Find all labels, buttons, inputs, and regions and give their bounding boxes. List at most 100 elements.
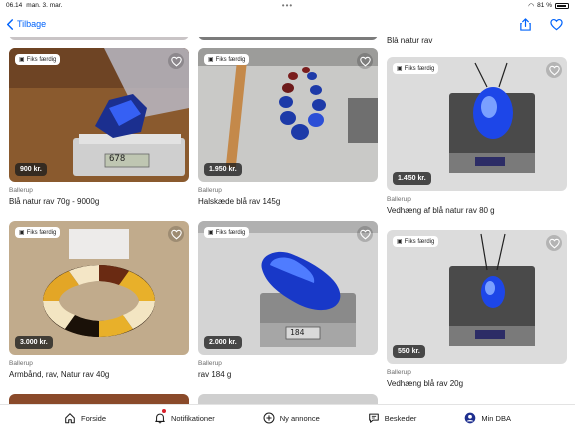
top-navigation-bar: Tilbage — [0, 11, 575, 37]
listing-title-partial[interactable]: Blå natur rav — [387, 37, 567, 45]
listing-location: Ballerup — [198, 360, 222, 367]
price-tag: 2.000 kr. — [204, 336, 242, 349]
tab-label: Notifikationer — [170, 413, 215, 423]
delivery-box-icon: ▣ — [19, 230, 25, 236]
status-bar: 06.14 man. 3. mar. ••• ◠ 81 % — [0, 0, 575, 11]
back-button[interactable]: Tilbage — [6, 18, 47, 30]
listing-image[interactable]: ▣ Fiks færdig 900 kr. 678 — [9, 48, 189, 182]
listing-card-partial[interactable] — [9, 37, 189, 40]
scale-readout: 678 — [109, 154, 126, 164]
notification-badge — [160, 408, 167, 414]
delivery-box-icon: ▣ — [19, 57, 25, 63]
delivery-box-icon: ▣ — [397, 239, 403, 245]
favorite-button[interactable] — [546, 235, 562, 251]
delivery-box-icon: ▣ — [208, 57, 214, 63]
heart-icon — [548, 65, 560, 76]
photo-amber-necklace — [198, 48, 378, 182]
multitask-dots-icon[interactable]: ••• — [282, 1, 293, 10]
price-tag: 1.450 kr. — [393, 172, 431, 185]
listing-image-partial[interactable] — [9, 37, 189, 40]
fiks-faerdig-badge: ▣ Fiks færdig — [393, 63, 439, 74]
favorite-heart-icon[interactable] — [550, 18, 563, 31]
listing-title[interactable]: Vedhæng blå rav 20g — [387, 379, 567, 388]
tab-forside[interactable]: Forside — [64, 412, 106, 424]
favorite-button[interactable] — [168, 53, 184, 69]
heart-icon — [359, 56, 371, 67]
price-tag: 550 kr. — [393, 345, 425, 358]
photo-blue-amber-on-scale — [9, 48, 189, 182]
battery-percent: 81 % — [537, 2, 552, 9]
listing-card[interactable]: ▣ Fiks færdig 900 kr. 678 Ballerup Blå na… — [9, 48, 189, 206]
listing-title[interactable]: rav 184 g — [198, 370, 378, 379]
listing-image[interactable]: ▣ Fiks færdig 2.000 kr. 184 — [198, 221, 378, 355]
share-icon[interactable] — [519, 17, 532, 31]
listing-image-partial[interactable] — [9, 394, 189, 404]
delivery-box-icon: ▣ — [397, 66, 403, 72]
status-time: 06.14 — [6, 2, 23, 9]
listing-image-partial[interactable] — [198, 37, 378, 40]
heart-icon — [170, 229, 182, 240]
listing-location: Ballerup — [198, 187, 222, 194]
listing-card-partial[interactable] — [9, 394, 189, 404]
listing-image[interactable]: ▣ Fiks færdig 3.000 kr. — [9, 221, 189, 355]
listing-image[interactable]: ▣ Fiks færdig 550 kr. — [387, 230, 567, 364]
listing-title[interactable]: Halskæde blå rav 145g — [198, 197, 378, 206]
delivery-box-icon: ▣ — [208, 230, 214, 236]
battery-icon — [555, 2, 569, 9]
status-date: man. 3. mar. — [26, 2, 63, 9]
listing-card[interactable]: ▣ Fiks færdig 3.000 kr. Ballerup Armbånd,… — [9, 221, 189, 379]
tab-label: Min DBA — [481, 413, 511, 423]
photo-blue-pendant-on-scale — [387, 57, 567, 191]
badge-label: Fiks færdig — [215, 229, 246, 236]
fiks-faerdig-badge: ▣ Fiks færdig — [15, 54, 61, 65]
photo-blue-amber-on-scale — [198, 221, 378, 355]
heart-icon — [548, 238, 560, 249]
plus-circle-icon — [263, 412, 275, 424]
tab-label: Ny annonce — [279, 413, 320, 423]
listing-title[interactable]: Armbånd, rav, Natur rav 40g — [9, 370, 189, 379]
price-tag: 900 kr. — [15, 163, 47, 176]
tab-notifikationer[interactable]: Notifikationer — [154, 408, 215, 424]
listing-card[interactable]: ▣ Fiks færdig 550 kr. Ballerup Vedhæng bl… — [387, 230, 567, 388]
listing-card-partial[interactable] — [198, 37, 378, 40]
favorite-button[interactable] — [168, 226, 184, 242]
listing-card-partial[interactable] — [198, 394, 378, 404]
listing-image[interactable]: ▣ Fiks færdig 1.450 kr. — [387, 57, 567, 191]
listing-card[interactable]: ▣ Fiks færdig 2.000 kr. 184 Ballerup rav … — [198, 221, 378, 379]
back-label: Tilbage — [17, 19, 47, 29]
heart-icon — [170, 56, 182, 67]
price-tag: 3.000 kr. — [15, 336, 53, 349]
listing-location: Ballerup — [387, 196, 411, 203]
favorite-button[interactable] — [357, 226, 373, 242]
listing-card[interactable]: ▣ Fiks færdig 1.950 kr. Ballerup Halskæde… — [198, 48, 378, 206]
fiks-faerdig-badge: ▣ Fiks færdig — [204, 54, 250, 65]
tab-beskeder[interactable]: Beskeder — [368, 412, 417, 424]
listing-title: Blå natur rav — [387, 37, 433, 45]
listing-location: Ballerup — [9, 360, 33, 367]
photo-amber-bracelet — [9, 221, 189, 355]
scale-readout: 184 — [290, 328, 305, 337]
tab-ny-annonce[interactable]: Ny annonce — [263, 412, 320, 424]
favorite-button[interactable] — [357, 53, 373, 69]
profile-icon — [465, 412, 476, 424]
listing-title[interactable]: Vedhæng af blå natur rav 80 g — [387, 206, 567, 215]
tab-label: Beskeder — [384, 413, 417, 423]
listing-image[interactable]: ▣ Fiks færdig 1.950 kr. — [198, 48, 378, 182]
listing-card[interactable]: ▣ Fiks færdig 1.450 kr. Ballerup Vedhæng … — [387, 57, 567, 215]
badge-label: Fiks færdig — [215, 56, 246, 63]
badge-label: Fiks færdig — [26, 56, 57, 63]
listing-location: Ballerup — [9, 187, 33, 194]
badge-label: Fiks færdig — [404, 65, 435, 72]
fiks-faerdig-badge: ▣ Fiks færdig — [393, 236, 439, 247]
tab-label: Forside — [80, 413, 106, 423]
price-tag: 1.950 kr. — [204, 163, 242, 176]
listing-title[interactable]: Blå natur rav 70g - 9000g — [9, 197, 189, 206]
badge-label: Fiks færdig — [404, 238, 435, 245]
badge-label: Fiks færdig — [26, 229, 57, 236]
listing-grid: Blå natur rav ▣ Fiks færdig 900 kr. 678 B… — [0, 37, 575, 404]
favorite-button[interactable] — [546, 62, 562, 78]
fiks-faerdig-badge: ▣ Fiks færdig — [204, 227, 250, 238]
tab-min-dba[interactable]: Min DBA — [464, 412, 511, 424]
listing-image-partial[interactable] — [198, 394, 378, 404]
chat-icon — [368, 413, 379, 423]
